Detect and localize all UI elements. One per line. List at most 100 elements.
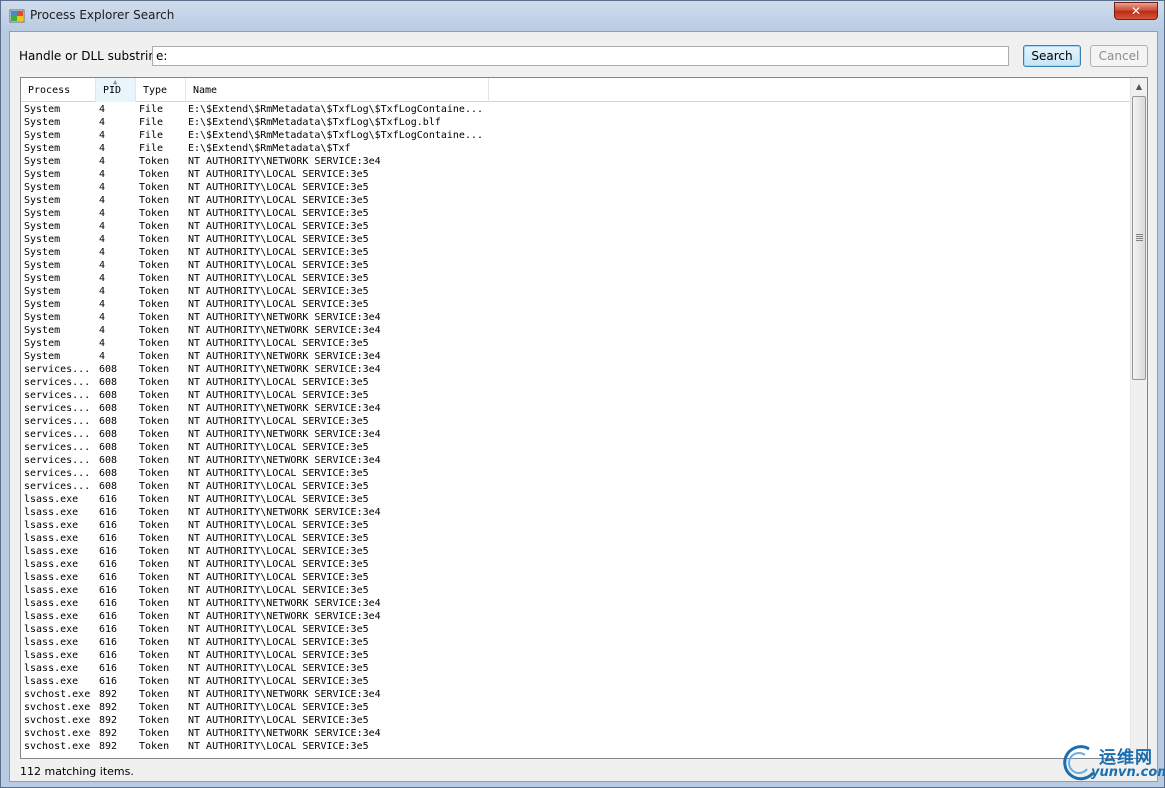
- scrollbar-thumb[interactable]: [1132, 96, 1146, 380]
- table-row[interactable]: services... 608 Token NT AUTHORITY\NETWORK …: [21, 454, 1131, 467]
- table-row[interactable]: lsass.exe 616 Token NT AUTHORITY\LOCAL SERV…: [21, 493, 1131, 506]
- cell-type: Token: [139, 377, 170, 388]
- cell-pid: 4: [99, 182, 106, 193]
- scroll-up-arrow-icon[interactable]: ▲: [1131, 78, 1147, 95]
- table-row[interactable]: lsass.exe 616 Token NT AUTHORITY\LOCAL SERV…: [21, 558, 1131, 571]
- table-row[interactable]: System 4 File E:\$Extend\$RmMetadata\$TxfLo…: [21, 129, 1131, 142]
- column-header-name[interactable]: Name: [186, 78, 489, 102]
- table-row[interactable]: System 4 Token NT AUTHORITY\LOCAL SERVICE:3…: [21, 194, 1131, 207]
- cell-name: NT AUTHORITY\LOCAL SERVICE:3e5: [188, 338, 369, 349]
- table-row[interactable]: System 4 Token NT AUTHORITY\LOCAL SERVICE:3…: [21, 207, 1131, 220]
- table-row[interactable]: services... 608 Token NT AUTHORITY\LOCAL SE…: [21, 415, 1131, 428]
- column-header-type[interactable]: Type: [136, 78, 186, 102]
- column-header-process[interactable]: Process: [21, 78, 96, 102]
- cell-name: NT AUTHORITY\LOCAL SERVICE:3e5: [188, 416, 369, 427]
- cell-name: NT AUTHORITY\LOCAL SERVICE:3e5: [188, 546, 369, 557]
- column-header-pid[interactable]: ▲ PID: [96, 78, 136, 102]
- cell-type: Token: [139, 507, 170, 518]
- table-row[interactable]: lsass.exe 616 Token NT AUTHORITY\NETWORK SE…: [21, 597, 1131, 610]
- table-row[interactable]: services... 608 Token NT AUTHORITY\LOCAL SE…: [21, 376, 1131, 389]
- table-row[interactable]: lsass.exe 616 Token NT AUTHORITY\LOCAL SERV…: [21, 623, 1131, 636]
- sort-ascending-icon: ▲: [113, 78, 118, 86]
- cell-pid: 608: [99, 429, 118, 440]
- table-row[interactable]: lsass.exe 616 Token NT AUTHORITY\LOCAL SERV…: [21, 649, 1131, 662]
- search-button[interactable]: Search: [1023, 45, 1081, 67]
- cell-process: System: [24, 299, 61, 310]
- cell-pid: 608: [99, 377, 118, 388]
- table-row[interactable]: svchost.exe 892 Token NT AUTHORITY\NETWORK …: [21, 688, 1131, 701]
- cell-type: Token: [139, 468, 170, 479]
- cell-type: File: [139, 143, 164, 154]
- table-row[interactable]: services... 608 Token NT AUTHORITY\LOCAL SE…: [21, 441, 1131, 454]
- table-row[interactable]: System 4 File E:\$Extend\$RmMetadata\$TxfLo…: [21, 103, 1131, 116]
- table-row[interactable]: System 4 Token NT AUTHORITY\NETWORK SERVICE…: [21, 155, 1131, 168]
- cell-process: services...: [24, 442, 91, 453]
- cell-name: NT AUTHORITY\NETWORK SERVICE:3e4: [188, 429, 381, 440]
- cell-name: NT AUTHORITY\LOCAL SERVICE:3e5: [188, 637, 369, 648]
- cell-type: Token: [139, 572, 170, 583]
- table-row[interactable]: System 4 File E:\$Extend\$RmMetadata\$Txf: [21, 142, 1131, 155]
- table-row[interactable]: lsass.exe 616 Token NT AUTHORITY\LOCAL SERV…: [21, 636, 1131, 649]
- table-row[interactable]: lsass.exe 616 Token NT AUTHORITY\LOCAL SERV…: [21, 532, 1131, 545]
- table-row[interactable]: System 4 Token NT AUTHORITY\NETWORK SERVICE…: [21, 324, 1131, 337]
- vertical-scrollbar[interactable]: ▲: [1130, 78, 1147, 758]
- table-row[interactable]: System 4 Token NT AUTHORITY\NETWORK SERVICE…: [21, 311, 1131, 324]
- table-row[interactable]: System 4 Token NT AUTHORITY\LOCAL SERVICE:3…: [21, 337, 1131, 350]
- cell-pid: 616: [99, 637, 118, 648]
- table-row[interactable]: System 4 Token NT AUTHORITY\LOCAL SERVICE:3…: [21, 220, 1131, 233]
- table-row[interactable]: lsass.exe 616 Token NT AUTHORITY\NETWORK SE…: [21, 610, 1131, 623]
- table-row[interactable]: System 4 Token NT AUTHORITY\LOCAL SERVICE:3…: [21, 246, 1131, 259]
- cell-pid: 616: [99, 676, 118, 687]
- table-row[interactable]: services... 608 Token NT AUTHORITY\NETWORK …: [21, 402, 1131, 415]
- table-row[interactable]: services... 608 Token NT AUTHORITY\LOCAL SE…: [21, 467, 1131, 480]
- table-row[interactable]: System 4 Token NT AUTHORITY\LOCAL SERVICE:3…: [21, 233, 1131, 246]
- cell-pid: 608: [99, 390, 118, 401]
- table-row[interactable]: lsass.exe 616 Token NT AUTHORITY\LOCAL SERV…: [21, 584, 1131, 597]
- cell-type: Token: [139, 156, 170, 167]
- cell-type: Token: [139, 273, 170, 284]
- cell-name: NT AUTHORITY\LOCAL SERVICE:3e5: [188, 494, 369, 505]
- cell-type: Token: [139, 169, 170, 180]
- table-row[interactable]: System 4 Token NT AUTHORITY\LOCAL SERVICE:3…: [21, 168, 1131, 181]
- search-input[interactable]: [152, 46, 1009, 66]
- cell-name: NT AUTHORITY\LOCAL SERVICE:3e5: [188, 702, 369, 713]
- cell-name: NT AUTHORITY\LOCAL SERVICE:3e5: [188, 182, 369, 193]
- table-row[interactable]: lsass.exe 616 Token NT AUTHORITY\NETWORK SE…: [21, 506, 1131, 519]
- table-row[interactable]: svchost.exe 892 Token NT AUTHORITY\LOCAL SE…: [21, 740, 1131, 753]
- table-row[interactable]: System 4 Token NT AUTHORITY\LOCAL SERVICE:3…: [21, 285, 1131, 298]
- table-row[interactable]: System 4 File E:\$Extend\$RmMetadata\$TxfLo…: [21, 116, 1131, 129]
- table-row[interactable]: svchost.exe 892 Token NT AUTHORITY\LOCAL SE…: [21, 701, 1131, 714]
- cell-process: services...: [24, 416, 91, 427]
- cell-type: Token: [139, 182, 170, 193]
- table-row[interactable]: lsass.exe 616 Token NT AUTHORITY\LOCAL SERV…: [21, 675, 1131, 688]
- table-row[interactable]: lsass.exe 616 Token NT AUTHORITY\LOCAL SERV…: [21, 545, 1131, 558]
- table-row[interactable]: svchost.exe 892 Token NT AUTHORITY\LOCAL SE…: [21, 714, 1131, 727]
- results-list[interactable]: Process ▲ PID Type Name System 4 File E:\$E…: [20, 77, 1148, 759]
- close-button[interactable]: ✕: [1114, 2, 1158, 20]
- table-row[interactable]: lsass.exe 616 Token NT AUTHORITY\LOCAL SERV…: [21, 662, 1131, 675]
- cell-pid: 608: [99, 364, 118, 375]
- table-row[interactable]: System 4 Token NT AUTHORITY\LOCAL SERVICE:3…: [21, 298, 1131, 311]
- cell-type: Token: [139, 442, 170, 453]
- table-row[interactable]: lsass.exe 616 Token NT AUTHORITY\LOCAL SERV…: [21, 519, 1131, 532]
- table-row[interactable]: svchost.exe 892 Token NT AUTHORITY\NETWORK …: [21, 727, 1131, 740]
- table-row[interactable]: System 4 Token NT AUTHORITY\LOCAL SERVICE:3…: [21, 259, 1131, 272]
- cell-process: System: [24, 351, 61, 362]
- cell-type: Token: [139, 611, 170, 622]
- cancel-button[interactable]: Cancel: [1090, 45, 1148, 67]
- cell-pid: 4: [99, 143, 106, 154]
- cell-process: services...: [24, 403, 91, 414]
- table-row[interactable]: System 4 Token NT AUTHORITY\LOCAL SERVICE:3…: [21, 272, 1131, 285]
- cell-pid: 4: [99, 130, 106, 141]
- table-row[interactable]: System 4 Token NT AUTHORITY\LOCAL SERVICE:3…: [21, 181, 1131, 194]
- cell-process: services...: [24, 377, 91, 388]
- table-row[interactable]: services... 608 Token NT AUTHORITY\LOCAL SE…: [21, 480, 1131, 493]
- table-row[interactable]: services... 608 Token NT AUTHORITY\NETWORK …: [21, 428, 1131, 441]
- title-bar[interactable]: Process Explorer Search ✕: [1, 1, 1164, 31]
- table-row[interactable]: System 4 Token NT AUTHORITY\NETWORK SERVICE…: [21, 350, 1131, 363]
- table-row[interactable]: services... 608 Token NT AUTHORITY\LOCAL SE…: [21, 389, 1131, 402]
- table-row[interactable]: lsass.exe 616 Token NT AUTHORITY\LOCAL SERV…: [21, 571, 1131, 584]
- table-row[interactable]: services... 608 Token NT AUTHORITY\NETWORK …: [21, 363, 1131, 376]
- cell-name: NT AUTHORITY\LOCAL SERVICE:3e5: [188, 468, 369, 479]
- cell-process: lsass.exe: [24, 520, 79, 531]
